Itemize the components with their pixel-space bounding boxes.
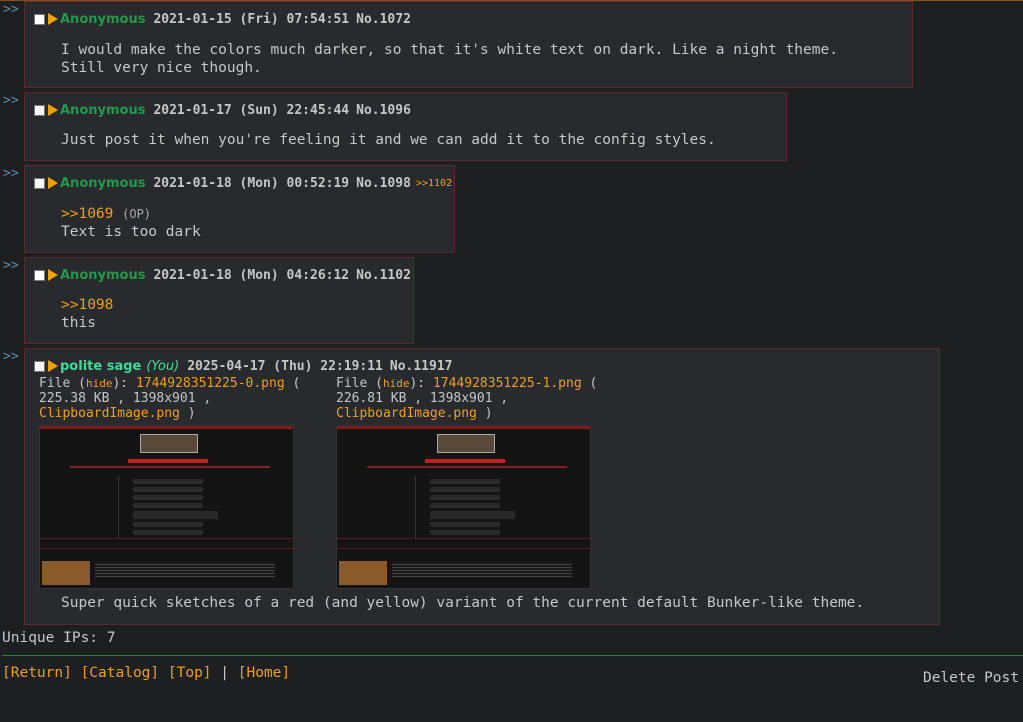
post-menu-triangle-icon[interactable] — [48, 360, 58, 372]
poster-name: Anonymous — [60, 102, 146, 118]
post-line: Just post it when you're feeling it and … — [61, 132, 716, 148]
backlink-reply[interactable]: >>1102 — [416, 178, 452, 189]
unique-ips-count: Unique IPs: 7 — [2, 630, 116, 646]
post-body: Just post it when you're feeling it and … — [61, 131, 716, 149]
poster-name: Anonymous — [60, 267, 146, 283]
post-select-checkbox[interactable] — [34, 360, 45, 372]
reply-marker: >> — [3, 166, 19, 181]
op-tag: (OP) — [122, 207, 152, 221]
post-header: Anonymous 2021-01-15 (Fri) 07:54:51 No.1… — [34, 10, 411, 28]
top-link[interactable]: [Top] — [168, 665, 212, 681]
post-header: polite sage (You) 2025-04-17 (Thu) 22:19… — [34, 357, 453, 375]
post-header: Anonymous 2021-01-18 (Mon) 00:52:19 No.1… — [34, 174, 452, 192]
post-date: 2021-01-17 (Sun) 22:45:44 — [153, 102, 350, 118]
post-body: >>1069 (OP) Text is too dark — [61, 205, 201, 241]
post-line: this — [61, 315, 96, 331]
nav-separator: | — [220, 665, 230, 681]
reply-marker: >> — [3, 93, 19, 108]
original-filename-link[interactable]: ClipboardImage.png — [336, 406, 477, 421]
post-number[interactable]: No.1096 — [356, 103, 411, 118]
image-thumbnail-2[interactable] — [336, 425, 591, 589]
board-nav: [Return] [Catalog] [Top] | [Home] — [2, 665, 290, 681]
post-number[interactable]: No.1098 — [356, 176, 411, 191]
post-select-checkbox[interactable] — [34, 269, 45, 281]
file-info-1: File (hide): 1744928351225-0.png ( 225.3… — [39, 376, 319, 421]
file-open-paren: ( — [284, 376, 301, 391]
catalog-link[interactable]: [Catalog] — [81, 665, 160, 681]
hide-file-link[interactable]: hide — [86, 377, 113, 390]
home-link[interactable]: [Home] — [238, 665, 290, 681]
file-label-sep: ): — [112, 376, 136, 391]
file-close-paren: ) — [179, 406, 196, 421]
delete-post-button[interactable]: Delete Post — [923, 670, 1019, 686]
post-number[interactable]: No.1102 — [356, 268, 411, 283]
file-info-2: File (hide): 1744928351225-1.png ( 226.8… — [336, 376, 616, 421]
poster-name: Anonymous — [60, 11, 146, 27]
post-select-checkbox[interactable] — [34, 13, 45, 25]
post-menu-triangle-icon[interactable] — [48, 269, 58, 281]
footer-divider — [2, 655, 1023, 656]
post-line: I would make the colors much darker, so … — [61, 42, 838, 58]
reply-post-1098: Anonymous 2021-01-18 (Mon) 00:52:19 No.1… — [24, 165, 455, 253]
return-link[interactable]: [Return] — [2, 665, 72, 681]
quote-link[interactable]: >>1069 — [61, 206, 113, 222]
poster-name: Anonymous — [60, 175, 146, 191]
post-select-checkbox[interactable] — [34, 104, 45, 116]
reply-post-1102: Anonymous 2021-01-18 (Mon) 04:26:12 No.1… — [24, 257, 414, 344]
reply-marker: >> — [3, 2, 19, 17]
post-line: Still very nice though. — [61, 60, 262, 76]
poster-name: polite sage — [60, 358, 142, 374]
file-label: File ( — [39, 376, 86, 391]
file-label-sep: ): — [409, 376, 433, 391]
post-menu-triangle-icon[interactable] — [48, 177, 58, 189]
reply-post-1072: Anonymous 2021-01-15 (Fri) 07:54:51 No.1… — [24, 1, 913, 88]
post-body: >>1098 this — [61, 296, 113, 332]
reply-post-11917: polite sage (You) 2025-04-17 (Thu) 22:19… — [24, 348, 940, 625]
file-label: File ( — [336, 376, 383, 391]
file-name-link[interactable]: 1744928351225-1.png — [433, 376, 582, 391]
post-header: Anonymous 2021-01-18 (Mon) 04:26:12 No.1… — [34, 266, 411, 284]
post-select-checkbox[interactable] — [34, 177, 45, 189]
post-header: Anonymous 2021-01-17 (Sun) 22:45:44 No.1… — [34, 101, 411, 119]
post-menu-triangle-icon[interactable] — [48, 104, 58, 116]
reply-post-1096: Anonymous 2021-01-17 (Sun) 22:45:44 No.1… — [24, 92, 787, 161]
post-body: I would make the colors much darker, so … — [61, 41, 838, 77]
post-number[interactable]: No.11917 — [390, 359, 453, 374]
quote-link[interactable]: >>1098 — [61, 296, 113, 314]
file-size-info: 225.38 KB , 1398x901 , — [39, 391, 212, 406]
original-filename-link[interactable]: ClipboardImage.png — [39, 406, 180, 421]
file-close-paren: ) — [476, 406, 493, 421]
post-date: 2021-01-18 (Mon) 04:26:12 — [153, 267, 350, 283]
reply-marker: >> — [3, 258, 19, 273]
post-line: Super quick sketches of a red (and yello… — [61, 595, 865, 611]
post-line: Text is too dark — [61, 224, 201, 240]
image-thumbnail-1[interactable] — [39, 425, 294, 589]
file-size-info: 226.81 KB , 1398x901 , — [336, 391, 509, 406]
post-date: 2025-04-17 (Thu) 22:19:11 — [187, 358, 383, 374]
post-date: 2021-01-18 (Mon) 00:52:19 — [153, 175, 350, 191]
post-date: 2021-01-15 (Fri) 07:54:51 — [153, 11, 350, 27]
you-tag: (You) — [146, 358, 180, 374]
post-body: Super quick sketches of a red (and yello… — [61, 594, 864, 612]
reply-marker: >> — [3, 349, 19, 364]
post-number[interactable]: No.1072 — [356, 12, 411, 27]
hide-file-link[interactable]: hide — [383, 377, 410, 390]
file-open-paren: ( — [581, 376, 598, 391]
post-menu-triangle-icon[interactable] — [48, 13, 58, 25]
file-name-link[interactable]: 1744928351225-0.png — [136, 376, 285, 391]
